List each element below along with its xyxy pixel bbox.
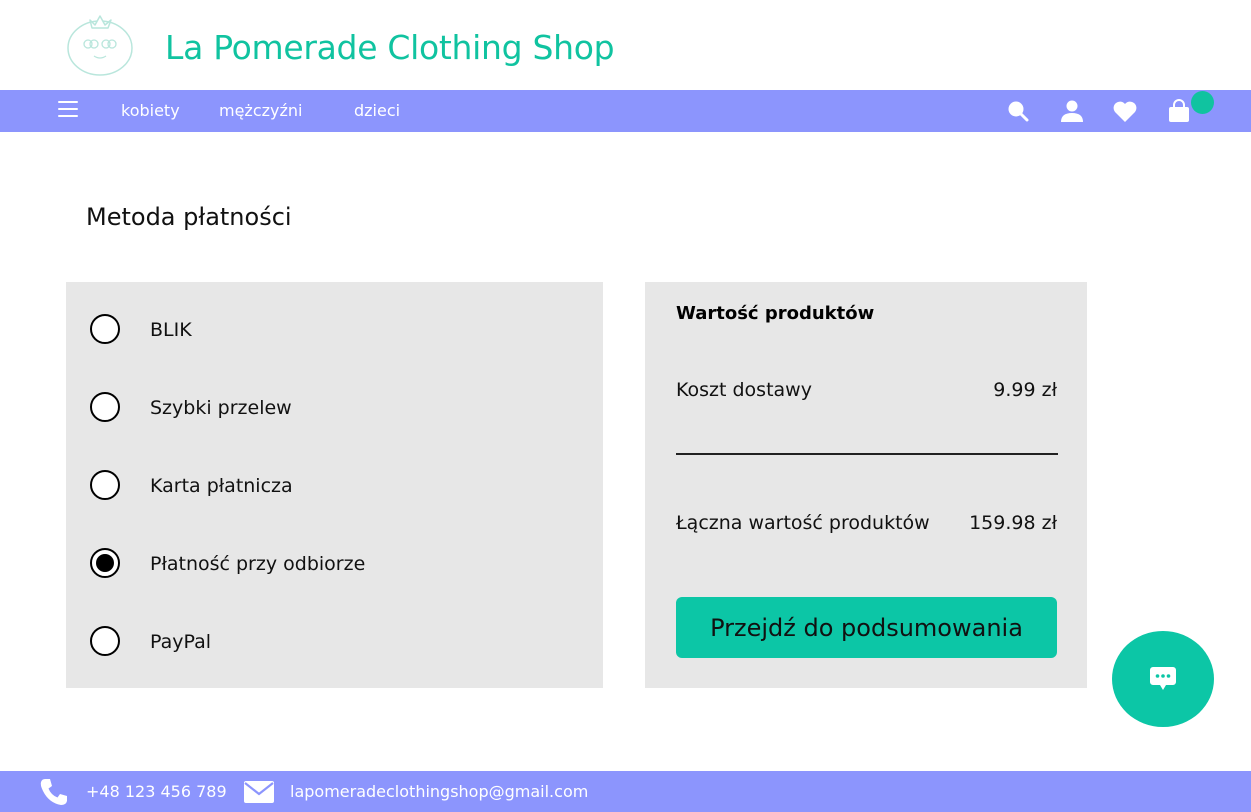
chat-icon (1150, 667, 1176, 690)
summary-divider (676, 453, 1058, 455)
radio-button[interactable] (90, 626, 120, 656)
nav-link-mezczyzni[interactable]: mężczyźni (219, 101, 302, 120)
payment-option-szybki-przelew[interactable]: Szybki przelew (90, 387, 570, 427)
payment-option-label: Karta płatnicza (150, 475, 293, 497)
shop-title[interactable]: La Pomerade Clothing Shop (165, 28, 615, 67)
payment-option-paypal[interactable]: PayPal (90, 621, 570, 661)
payment-option-label: BLIK (150, 319, 192, 341)
phone-icon (40, 779, 67, 805)
payment-methods-panel: BLIK Szybki przelew Karta płatnicza Płat… (66, 282, 603, 688)
shipping-cost-label: Koszt dostawy (676, 379, 812, 401)
main-nav: kobiety mężczyźni dzieci (0, 90, 1251, 132)
order-summary-panel: Wartość produktów Koszt dostawy 9.99 zł … (645, 282, 1087, 688)
site-footer: +48 123 456 789 lapomeradeclothingshop@g… (0, 771, 1251, 812)
nav-link-kobiety[interactable]: kobiety (121, 101, 180, 120)
cart-icon[interactable] (1166, 98, 1192, 124)
nav-link-dzieci[interactable]: dzieci (354, 101, 400, 120)
payment-option-pobranie[interactable]: Płatność przy odbiorze (90, 543, 570, 583)
payment-option-blik[interactable]: BLIK (90, 309, 570, 349)
radio-button[interactable] (90, 470, 120, 500)
page-title: Metoda płatności (86, 203, 292, 231)
mail-icon (244, 781, 274, 803)
payment-option-karta[interactable]: Karta płatnicza (90, 465, 570, 505)
total-value: 159.98 zł (969, 512, 1057, 534)
total-label: Łączna wartość produktów (676, 512, 930, 534)
search-icon[interactable] (1005, 98, 1031, 124)
radio-button[interactable] (90, 392, 120, 422)
tomato-logo-icon[interactable] (64, 6, 136, 78)
heart-icon[interactable] (1112, 98, 1138, 124)
summary-heading: Wartość produktów (676, 303, 875, 324)
shipping-cost-value: 9.99 zł (993, 379, 1057, 401)
radio-button[interactable] (90, 314, 120, 344)
cart-badge (1191, 91, 1214, 114)
footer-phone[interactable]: +48 123 456 789 (86, 782, 227, 801)
proceed-to-summary-button[interactable]: Przejdź do podsumowania (676, 597, 1057, 658)
site-header: La Pomerade Clothing Shop (0, 0, 1251, 90)
menu-icon[interactable] (58, 101, 78, 119)
payment-option-label: PayPal (150, 631, 212, 653)
payment-option-label: Szybki przelew (150, 397, 292, 419)
chat-button[interactable] (1112, 631, 1214, 727)
radio-button-selected[interactable] (90, 548, 120, 578)
footer-email[interactable]: lapomeradeclothingshop@gmail.com (290, 782, 588, 801)
user-icon[interactable] (1059, 98, 1085, 124)
payment-option-label: Płatność przy odbiorze (150, 553, 366, 575)
